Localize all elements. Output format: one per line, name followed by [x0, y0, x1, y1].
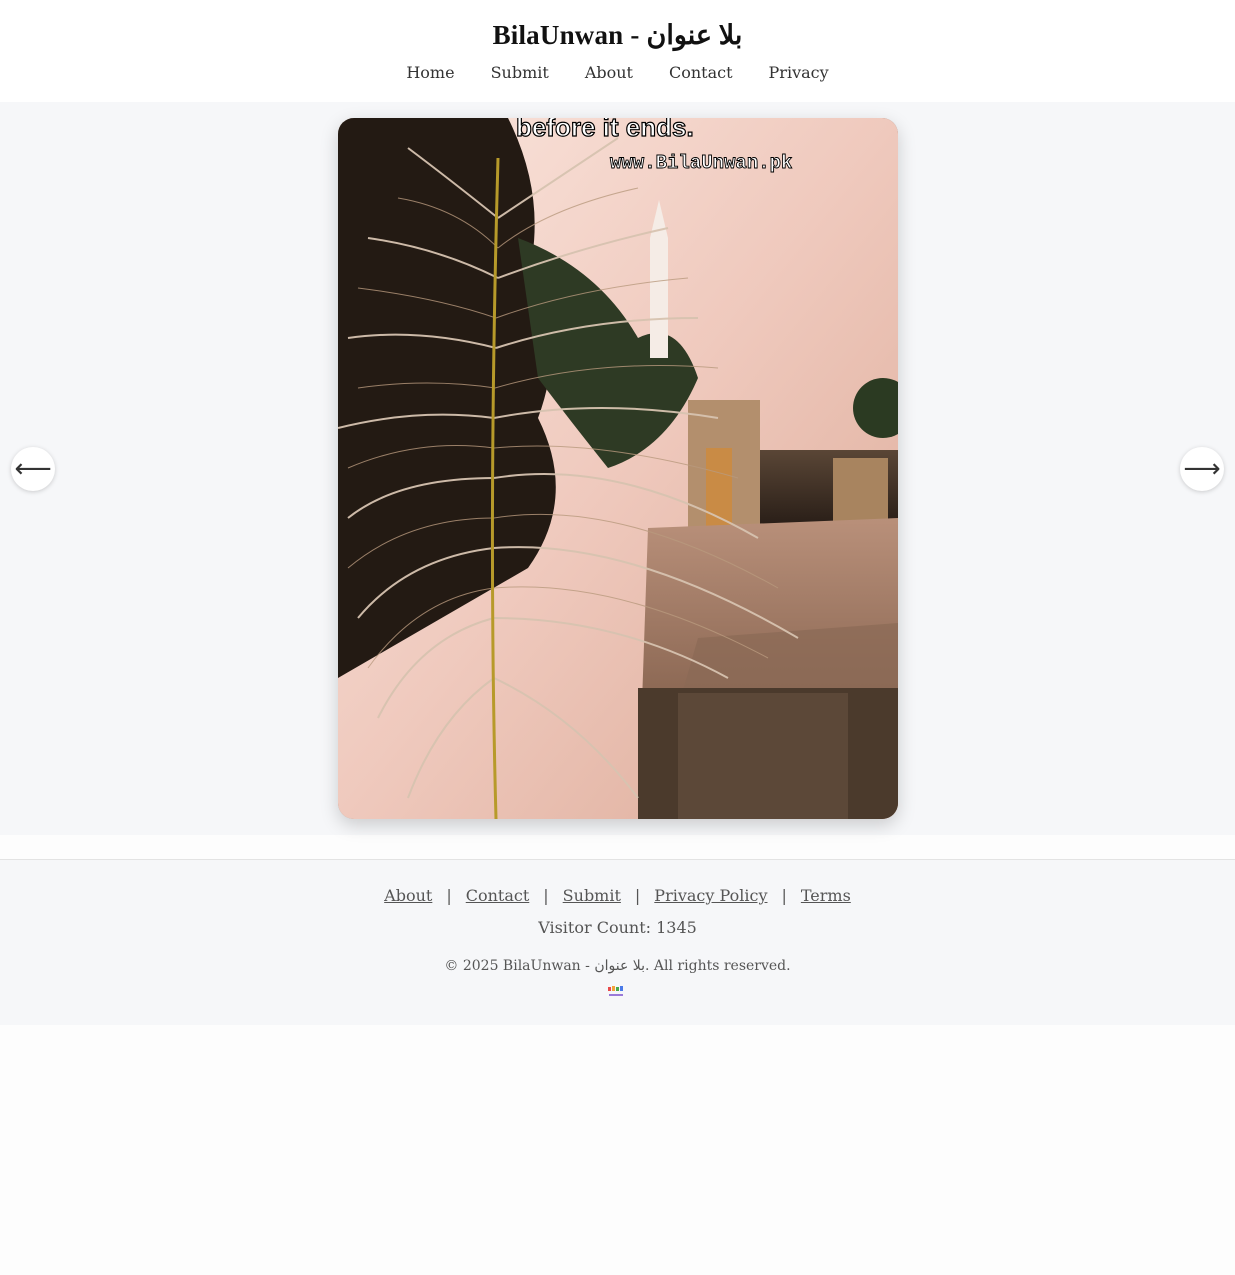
nav-submit[interactable]: Submit: [491, 63, 549, 82]
footer-link-submit[interactable]: Submit: [563, 886, 621, 905]
arrow-right-icon[interactable]: ⟶: [1180, 447, 1224, 491]
nav-privacy[interactable]: Privacy: [769, 63, 829, 82]
arrow-left-icon[interactable]: ⟵: [11, 447, 55, 491]
main-nav: Home Submit About Contact Privacy: [0, 63, 1235, 82]
nav-contact[interactable]: Contact: [669, 63, 733, 82]
footer-link-contact[interactable]: Contact: [466, 886, 530, 905]
footer-links: About | Contact | Submit | Privacy Polic…: [0, 886, 1235, 905]
footer-separator: |: [543, 886, 549, 905]
footer-link-privacy-policy[interactable]: Privacy Policy: [654, 886, 767, 905]
pampas-grass-photo: [338, 118, 898, 819]
footer-separator: |: [446, 886, 452, 905]
visitor-count: Visitor Count: 1345: [538, 918, 697, 937]
site-header: BilaUnwan - بلا عنوان Home Submit About …: [0, 0, 1235, 102]
footer-link-about[interactable]: About: [384, 886, 432, 905]
footer-separator: |: [634, 886, 641, 905]
slide-photo: before it ends. www.BilaUnwan.pk: [338, 118, 898, 819]
nav-about[interactable]: About: [585, 63, 633, 82]
footer-link-terms[interactable]: Terms: [801, 886, 851, 905]
slide-watermark-url: www.BilaUnwan.pk: [610, 152, 793, 175]
image-slider: ⟵ before it ends. www.BilaUnwan.pk ⟶: [0, 102, 1235, 835]
footer-separator: |: [781, 886, 787, 905]
copyright-text: © 2025 BilaUnwan - بلا عنوان. All rights…: [444, 958, 791, 974]
slide-caption: before it ends.: [515, 118, 694, 143]
site-footer: About | Contact | Submit | Privacy Polic…: [0, 859, 1235, 1025]
site-title[interactable]: BilaUnwan - بلا عنوان: [0, 20, 1235, 51]
nav-home[interactable]: Home: [406, 63, 454, 82]
bilaunwan-logo-icon: [608, 986, 623, 996]
